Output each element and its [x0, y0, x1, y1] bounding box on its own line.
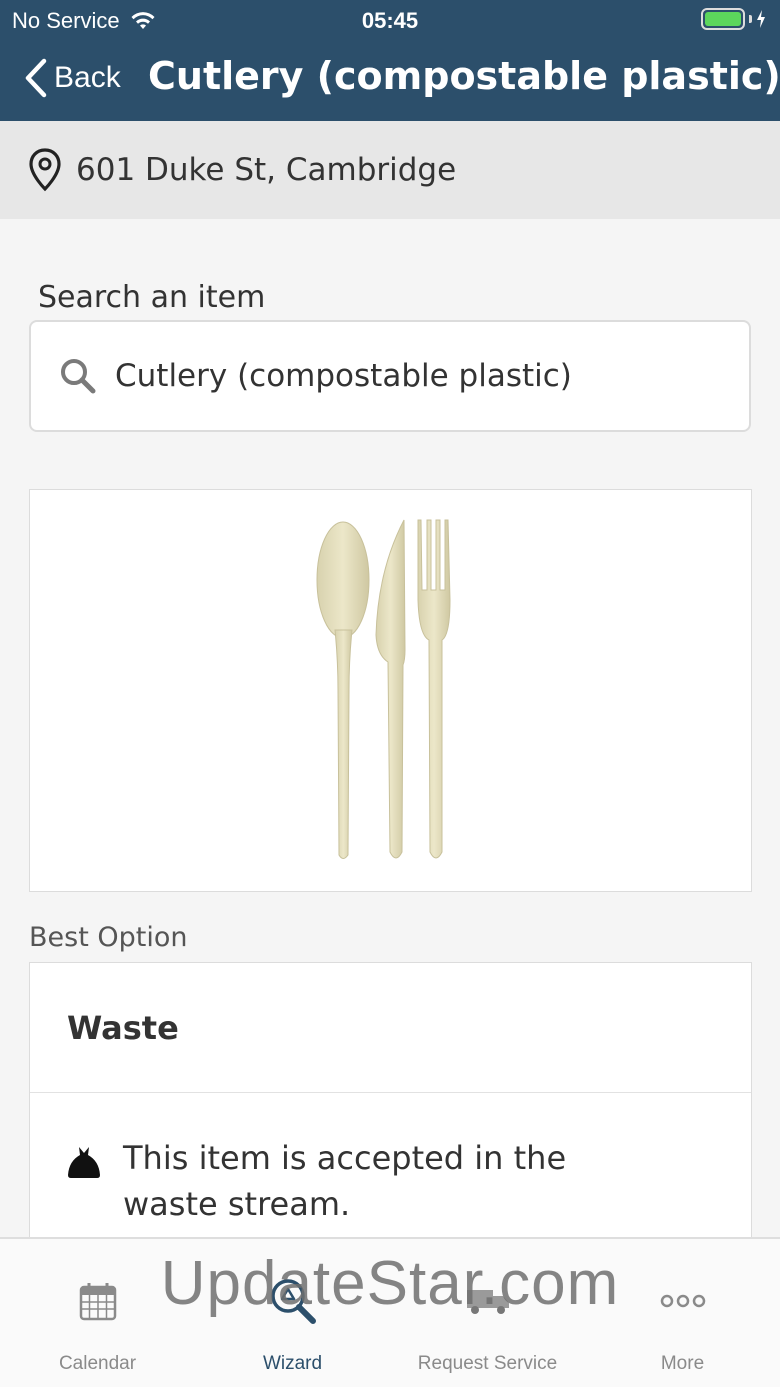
search-value: Cutlery (compostable plastic) — [115, 358, 572, 394]
battery-icon — [701, 8, 766, 30]
back-label: Back — [54, 61, 121, 94]
tab-label: More — [660, 1353, 705, 1374]
best-option-card: Waste This item is accepted in the waste… — [29, 962, 752, 1262]
option-title: Waste — [30, 963, 751, 1093]
location-pin-icon — [29, 148, 61, 192]
tab-calendar[interactable]: Calendar — [0, 1239, 195, 1387]
wizard-search-icon — [270, 1279, 316, 1324]
tab-bar: Calendar Wizard Request Service More — [0, 1237, 780, 1387]
tab-label: Wizard — [262, 1353, 323, 1374]
tab-more[interactable]: More — [585, 1239, 780, 1387]
search-input[interactable]: Cutlery (compostable plastic) — [29, 320, 751, 432]
chevron-left-icon — [25, 58, 47, 98]
page-title: Cutlery (compostable plastic) — [148, 54, 780, 98]
trash-bag-icon — [68, 1147, 100, 1178]
option-line-1: This item is accepted in the — [123, 1139, 567, 1177]
search-label: Search an item — [38, 280, 266, 315]
location-address: 601 Duke St, Cambridge — [76, 152, 457, 188]
tab-wizard[interactable]: Wizard — [195, 1239, 390, 1387]
tab-request-service[interactable]: Request Service — [390, 1239, 585, 1387]
option-description: This item is accepted in the waste strea… — [30, 1093, 751, 1227]
more-dots-icon — [660, 1294, 705, 1308]
item-image-card — [29, 489, 752, 892]
option-line-2: waste stream. — [123, 1185, 351, 1223]
tab-label: Request Service — [417, 1353, 558, 1374]
back-button[interactable]: Back — [24, 58, 121, 98]
navigation-row: Back Cutlery (compostable plastic) — [0, 50, 780, 110]
calendar-icon — [79, 1283, 116, 1321]
location-bar[interactable]: 601 Duke St, Cambridge — [0, 121, 780, 219]
clock: 05:45 — [361, 8, 419, 33]
truck-icon — [466, 1290, 509, 1314]
tab-label: Calendar — [58, 1353, 137, 1374]
charging-bolt-icon — [757, 10, 765, 28]
status-bar: No Service 05:45 — [0, 6, 780, 36]
search-icon — [61, 359, 96, 394]
cutlery-image — [316, 519, 451, 859]
best-option-label: Best Option — [29, 922, 188, 953]
header-bar: No Service 05:45 Back Cutlery (compostab… — [0, 0, 780, 121]
